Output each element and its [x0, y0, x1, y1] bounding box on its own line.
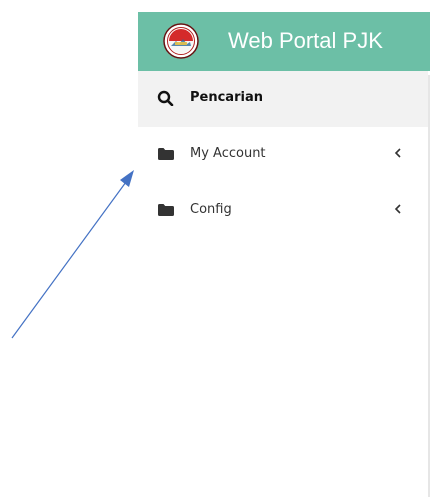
chevron-left-icon[interactable]	[392, 201, 404, 217]
sidebar-item-label: Pencarian	[190, 90, 263, 105]
sidebar-menu: Pencarian My Account Config	[138, 71, 428, 239]
sidebar-item-label: Config	[190, 202, 232, 217]
brand-title: Web Portal PJK	[228, 28, 383, 53]
sidebar-item-pencarian[interactable]: Pencarian	[138, 71, 428, 127]
page: Web Portal PJK Pencarian My Account Conf…	[0, 0, 433, 497]
sidebar: Web Portal PJK Pencarian My Account Conf…	[138, 12, 430, 497]
folder-icon	[158, 148, 174, 160]
sidebar-border	[428, 75, 430, 497]
emblem-logo	[163, 23, 199, 59]
brand-bar[interactable]: Web Portal PJK	[138, 12, 430, 71]
search-icon	[157, 90, 174, 106]
sidebar-item-label: My Account	[190, 146, 266, 161]
sidebar-item-config[interactable]: Config	[138, 183, 428, 239]
chevron-left-icon[interactable]	[392, 145, 404, 161]
sidebar-item-my-account[interactable]: My Account	[138, 127, 428, 183]
folder-icon	[158, 204, 174, 216]
